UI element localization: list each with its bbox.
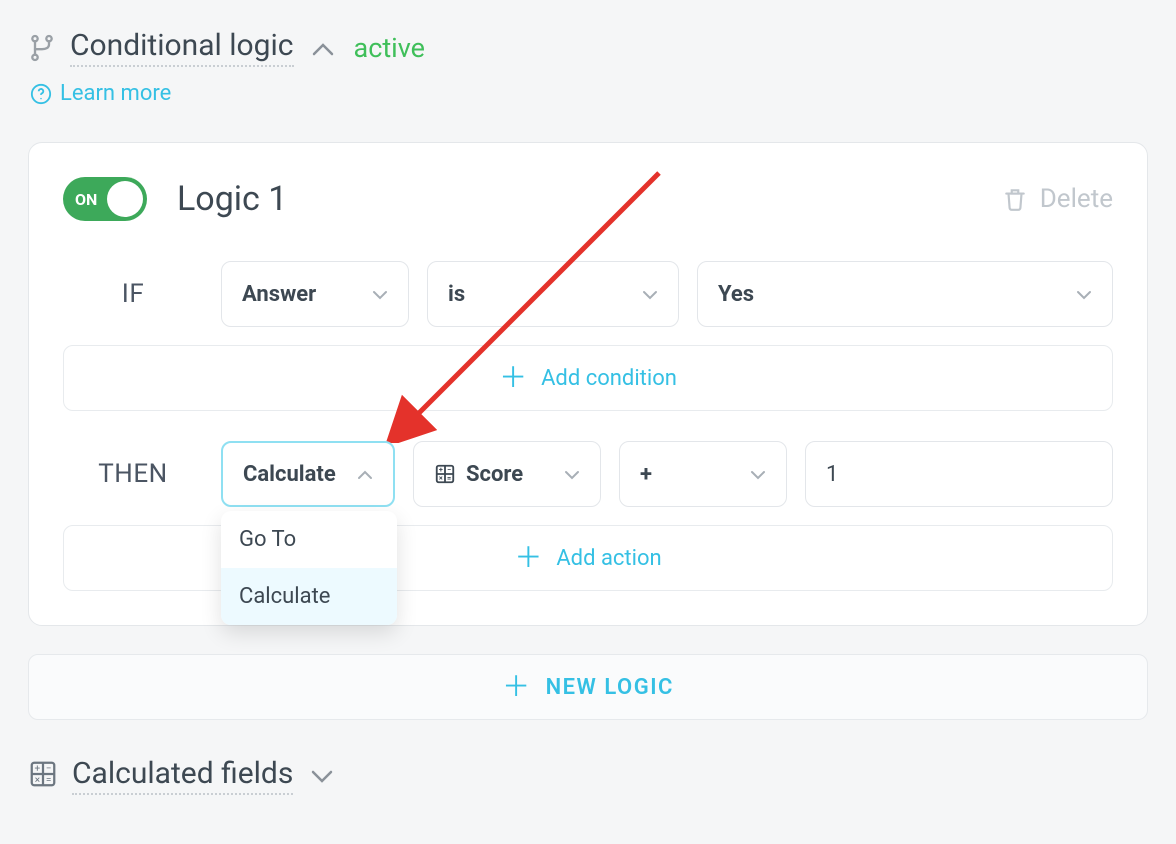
chevron-down-icon — [750, 464, 766, 485]
chevron-down-icon[interactable] — [311, 761, 333, 791]
help-icon — [30, 83, 52, 105]
then-value: 1 — [826, 462, 838, 487]
if-value: Yes — [718, 282, 754, 307]
if-field-value: Answer — [242, 282, 316, 307]
chevron-down-icon — [372, 284, 388, 305]
toggle-label: ON — [75, 190, 97, 209]
chevron-down-icon — [564, 464, 580, 485]
learn-more-link[interactable]: Learn more — [60, 81, 171, 106]
then-operator-value: + — [640, 462, 652, 487]
then-action-dropdown: Go To Calculate — [221, 511, 397, 625]
new-logic-button[interactable]: ＋ NEW LOGIC — [28, 654, 1148, 720]
if-field-select[interactable]: Answer — [221, 261, 409, 327]
chevron-up-icon[interactable] — [312, 33, 334, 63]
chevron-up-icon — [357, 464, 373, 485]
dropdown-option-calculate[interactable]: Calculate — [221, 568, 397, 625]
svg-text:+: + — [35, 763, 41, 774]
chevron-down-icon — [1076, 284, 1092, 305]
dropdown-option-goto[interactable]: Go To — [221, 511, 397, 568]
score-icon: + − × = — [434, 463, 456, 485]
logic-name: Logic 1 — [177, 179, 972, 219]
svg-text:×: × — [35, 774, 40, 785]
then-action-value: Calculate — [243, 462, 336, 487]
calculator-icon: + − × = — [28, 759, 58, 793]
then-label: THEN — [63, 459, 203, 489]
trash-icon — [1002, 184, 1028, 214]
then-operator-select[interactable]: + — [619, 441, 787, 507]
plus-icon: ＋ — [502, 673, 532, 701]
logic-card: ON Logic 1 Delete IF Answer is Yes — [28, 142, 1148, 626]
add-condition-button[interactable]: ＋ Add condition — [63, 345, 1113, 411]
add-condition-label: Add condition — [541, 366, 677, 391]
delete-button[interactable]: Delete — [1002, 184, 1113, 214]
then-action-select[interactable]: Calculate — [221, 441, 395, 507]
new-logic-label: NEW LOGIC — [546, 675, 674, 700]
then-target-select[interactable]: + − × = Score — [413, 441, 601, 507]
section-title-calculated-fields[interactable]: Calculated fields — [72, 756, 293, 795]
add-action-label: Add action — [556, 546, 661, 571]
svg-text:=: = — [447, 473, 451, 482]
delete-label: Delete — [1040, 184, 1113, 214]
svg-text:×: × — [439, 473, 443, 482]
logic-toggle[interactable]: ON — [63, 177, 147, 221]
plus-icon: ＋ — [514, 544, 542, 572]
if-value-select[interactable]: Yes — [697, 261, 1113, 327]
branch-icon — [28, 33, 56, 63]
svg-text:=: = — [46, 774, 52, 785]
if-label: IF — [63, 279, 203, 309]
if-operator-select[interactable]: is — [427, 261, 679, 327]
section-title-conditional-logic[interactable]: Conditional logic — [70, 28, 294, 67]
if-operator-value: is — [448, 282, 465, 307]
chevron-down-icon — [642, 284, 658, 305]
then-value-input[interactable]: 1 — [805, 441, 1113, 507]
then-target-value: + − × = Score — [434, 462, 523, 487]
toggle-knob — [107, 181, 143, 217]
svg-text:−: − — [46, 763, 52, 774]
status-badge: active — [354, 32, 425, 64]
plus-icon: ＋ — [499, 364, 527, 392]
